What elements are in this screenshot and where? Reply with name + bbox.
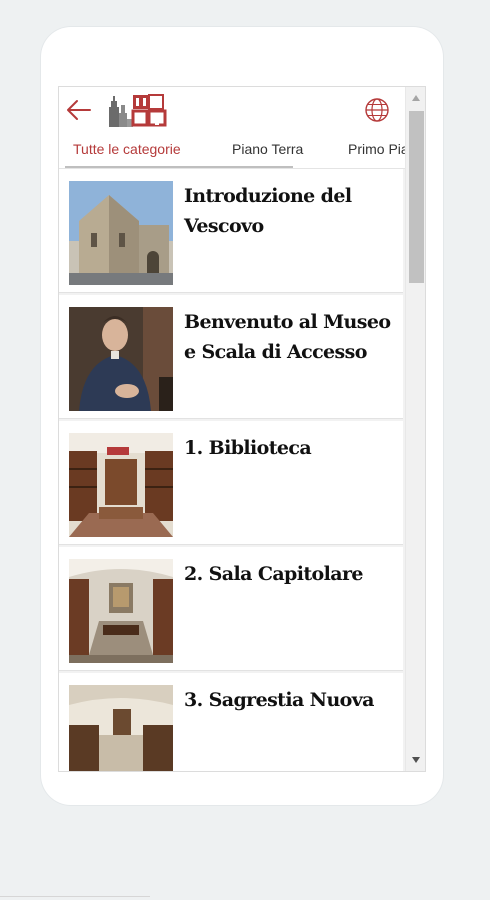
list-item[interactable]: Introduzione del Vescovo [59,169,403,293]
language-button[interactable] [364,97,390,123]
list-item[interactable]: 1. Biblioteca [59,421,403,545]
item-title: Benvenuto al Museo e Scala di Accesso [184,311,391,363]
back-button[interactable] [65,97,93,123]
item-title: 3. Sagrestia Nuova [184,689,374,711]
item-title: 2. Sala Capitolare [184,563,363,585]
library-room-photo [69,433,173,537]
item-title: 1. Biblioteca [184,437,312,459]
arrow-left-icon [67,100,91,120]
bishop-portrait-painting [69,307,173,411]
app-bar [59,87,405,133]
item-title: Introduzione del Vescovo [184,185,352,237]
tab-ground-floor[interactable]: Piano Terra [232,133,303,168]
list-item[interactable]: 3. Sagrestia Nuova [59,673,403,771]
cathedral-exterior-photo [69,181,173,285]
tab-first-floor[interactable]: Primo Piano [348,133,405,168]
scroll-down-arrow-icon[interactable] [412,757,420,763]
new-sacristy-photo [69,685,173,771]
category-tabs: Tutte le categorie Piano Terra Primo Pia… [59,133,405,169]
phone-frame: Tutte le categorie Piano Terra Primo Pia… [41,27,443,805]
scrollbar[interactable] [405,87,425,771]
app-screen: Tutte le categorie Piano Terra Primo Pia… [58,86,426,772]
scrollbar-thumb[interactable] [409,111,424,283]
museum-logo [107,93,171,127]
exhibit-list: Introduzione del Vescovo Benvenuto al Mu… [59,169,405,771]
globe-icon [365,98,389,122]
list-item[interactable]: Benvenuto al Museo e Scala di Accesso [59,295,403,419]
tab-all-categories[interactable]: Tutte le categorie [73,133,181,168]
divider [0,896,150,900]
list-item[interactable]: 2. Sala Capitolare [59,547,403,671]
chapter-hall-photo [69,559,173,663]
scroll-up-arrow-icon[interactable] [412,95,420,101]
